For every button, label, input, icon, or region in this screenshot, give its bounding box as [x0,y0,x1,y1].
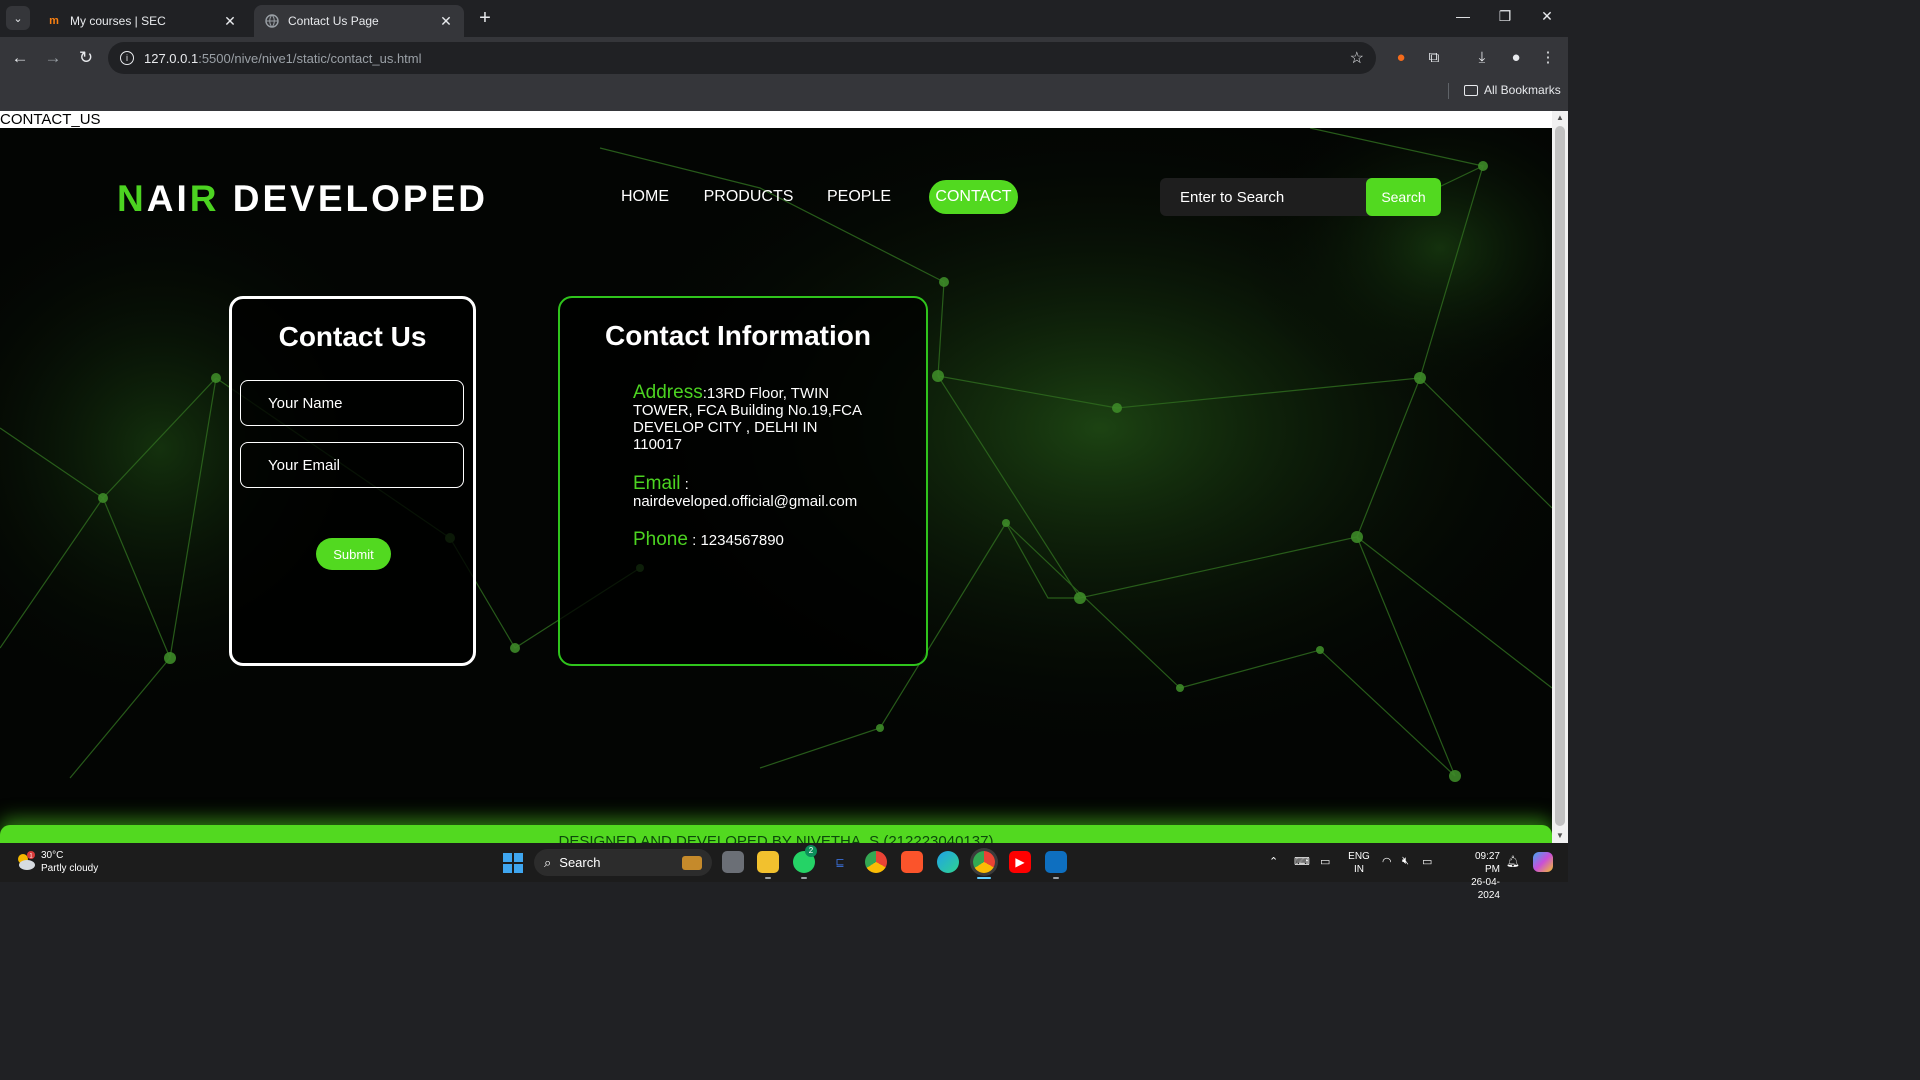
email-block: Email : nairdeveloped.official@gmail.com [633,473,863,510]
name-field[interactable] [240,380,464,426]
site-logo[interactable]: NAIR DEVELOPED [117,178,488,220]
file-explorer-icon[interactable] [757,851,779,873]
contact-info-title: Contact Information [605,320,871,351]
phone-value: : 1234567890 [687,532,784,549]
tray-overflow-icon[interactable]: ⌃ [1269,855,1278,868]
email-field[interactable] [240,442,464,488]
nav-products[interactable]: PRODUCTS [697,180,800,214]
close-window-icon[interactable]: ✕ [1537,8,1557,25]
tab-strip: ⌄ m My courses | SEC ✕ Contact Us Page ✕… [0,0,1568,37]
mute-icon[interactable]: 🔇︎ [1402,855,1409,868]
restore-icon[interactable]: ❐ [1495,8,1515,25]
new-tab-icon[interactable]: + [475,7,495,30]
browser-toolbar: ← → ↻ i 127.0.0.1:5500/nive/nive1/static… [0,37,1568,79]
close-tab-icon[interactable]: ✕ [222,13,238,30]
contact-form-title: Contact Us [278,321,427,352]
submit-button[interactable]: Submit [316,538,391,570]
email-label: Email [633,473,681,494]
tab-contact-us[interactable]: Contact Us Page ✕ [254,5,464,37]
page-scrollbar[interactable]: ▲ ▼ [1552,111,1568,843]
edge-icon[interactable] [937,851,959,873]
bookmarks-bar: All Bookmarks [0,79,1568,111]
chrome-active-icon[interactable] [973,851,995,873]
search-input[interactable] [1160,178,1366,216]
scroll-down-icon[interactable]: ▼ [1555,831,1565,840]
nav-contact[interactable]: CONTACT [929,180,1018,214]
search-highlight-icon [682,855,702,870]
minimize-icon[interactable]: — [1453,8,1473,24]
tab-search-button[interactable]: ⌄ [6,6,30,30]
weather-temperature[interactable]: 30°C [41,850,63,861]
forward-icon[interactable]: → [42,47,64,69]
system-clock[interactable]: 09:27 PM 26-04-2024 [1458,850,1500,902]
folder-icon [1464,84,1478,96]
back-icon[interactable]: ← [9,47,31,69]
bookmark-star-icon[interactable]: ☆ [1350,48,1364,68]
tab-my-courses[interactable]: m My courses | SEC ✕ [36,5,248,37]
contact-form-card: Contact Us Submit [229,296,476,666]
vscode-icon[interactable] [1045,851,1067,873]
tab-title: My courses | SEC [70,14,166,28]
download-icon[interactable]: ⤓ [1471,47,1493,69]
page-heading: CONTACT_US [0,111,1552,128]
profile-icon[interactable]: ● [1505,47,1527,69]
chrome-icon[interactable] [865,851,887,873]
globe-icon [264,13,280,29]
running-indicator [801,877,807,879]
bookmarks-divider [1448,83,1449,99]
windows-start-icon[interactable] [503,853,523,873]
all-bookmarks-button[interactable]: All Bookmarks [1464,83,1561,97]
copilot-icon[interactable] [1533,852,1553,872]
task-view-icon[interactable] [722,851,744,873]
scroll-up-icon[interactable]: ▲ [1555,113,1565,122]
weather-description[interactable]: Partly cloudy [41,863,98,874]
phone-label: Phone [633,529,688,550]
whatsapp-badge: 2 [805,845,817,857]
page-viewport: CONTACT_US NAIR DEVELOPED HOME PRODUCTS … [0,111,1568,843]
extensions-icon[interactable]: ⧉ [1423,47,1445,69]
youtube-icon[interactable]: ▶ [1009,851,1031,873]
partly-cloudy-icon[interactable]: 1 [14,850,36,872]
active-indicator [977,877,991,879]
nav-home[interactable]: HOME [613,180,677,214]
notification-bell-icon[interactable]: 🔔︎ [1506,855,1520,868]
address-bar[interactable]: i 127.0.0.1:5500/nive/nive1/static/conta… [108,42,1376,74]
nav-people[interactable]: PEOPLE [820,180,898,214]
email-separator: : [680,476,689,493]
wifi-icon[interactable]: ◠ [1382,855,1392,868]
menu-icon[interactable]: ⋮ [1537,47,1559,69]
hero-section: NAIR DEVELOPED HOME PRODUCTS PEOPLE CONT… [0,128,1552,843]
email-value: nairdeveloped.official@gmail.com [633,493,858,510]
url-text: 127.0.0.1:5500/nive/nive1/static/contact… [144,50,422,66]
running-indicator [1053,877,1059,879]
keyboard-icon[interactable]: ⌨ [1294,855,1310,868]
site-info-icon[interactable]: i [120,51,134,65]
moodle-icon: m [49,15,59,27]
address-block: Address:13RD Floor, TWIN TOWER, FCA Buil… [633,382,863,453]
phone-block: Phone : 1234567890 [633,529,863,550]
taskbar-search[interactable]: ⌕ Search [534,849,712,876]
address-label: Address [633,382,703,403]
dev-app-icon[interactable]: ⊑ [829,851,851,873]
search-button[interactable]: Search [1366,178,1441,216]
battery-icon[interactable]: ▭ [1422,855,1432,868]
touchpad-icon[interactable]: ▭ [1320,855,1330,868]
running-indicator [765,877,771,879]
brave-extension-icon[interactable]: ● [1390,47,1412,69]
search-icon: ⌕ [544,854,552,870]
windows-taskbar: 1 30°C Partly cloudy ⌕ Search 2 ⊑ ▶ ⌃ ⌨ … [0,843,1568,901]
contact-info-card: Contact Information Address:13RD Floor, … [558,296,928,666]
whatsapp-icon[interactable]: 2 [793,845,817,873]
page-footer: DESIGNED AND DEVELOPED BY NIVETHA. S (21… [0,825,1552,843]
brave-icon[interactable] [901,851,923,873]
taskbar-search-label: Search [559,855,601,870]
tab-title: Contact Us Page [288,14,379,28]
all-bookmarks-label: All Bookmarks [1484,83,1561,97]
close-tab-icon[interactable]: ✕ [438,13,454,30]
scroll-thumb[interactable] [1555,126,1565,826]
reload-icon[interactable]: ↻ [75,47,97,69]
language-indicator[interactable]: ENG IN [1347,850,1371,876]
search-box: Search [1160,178,1441,216]
